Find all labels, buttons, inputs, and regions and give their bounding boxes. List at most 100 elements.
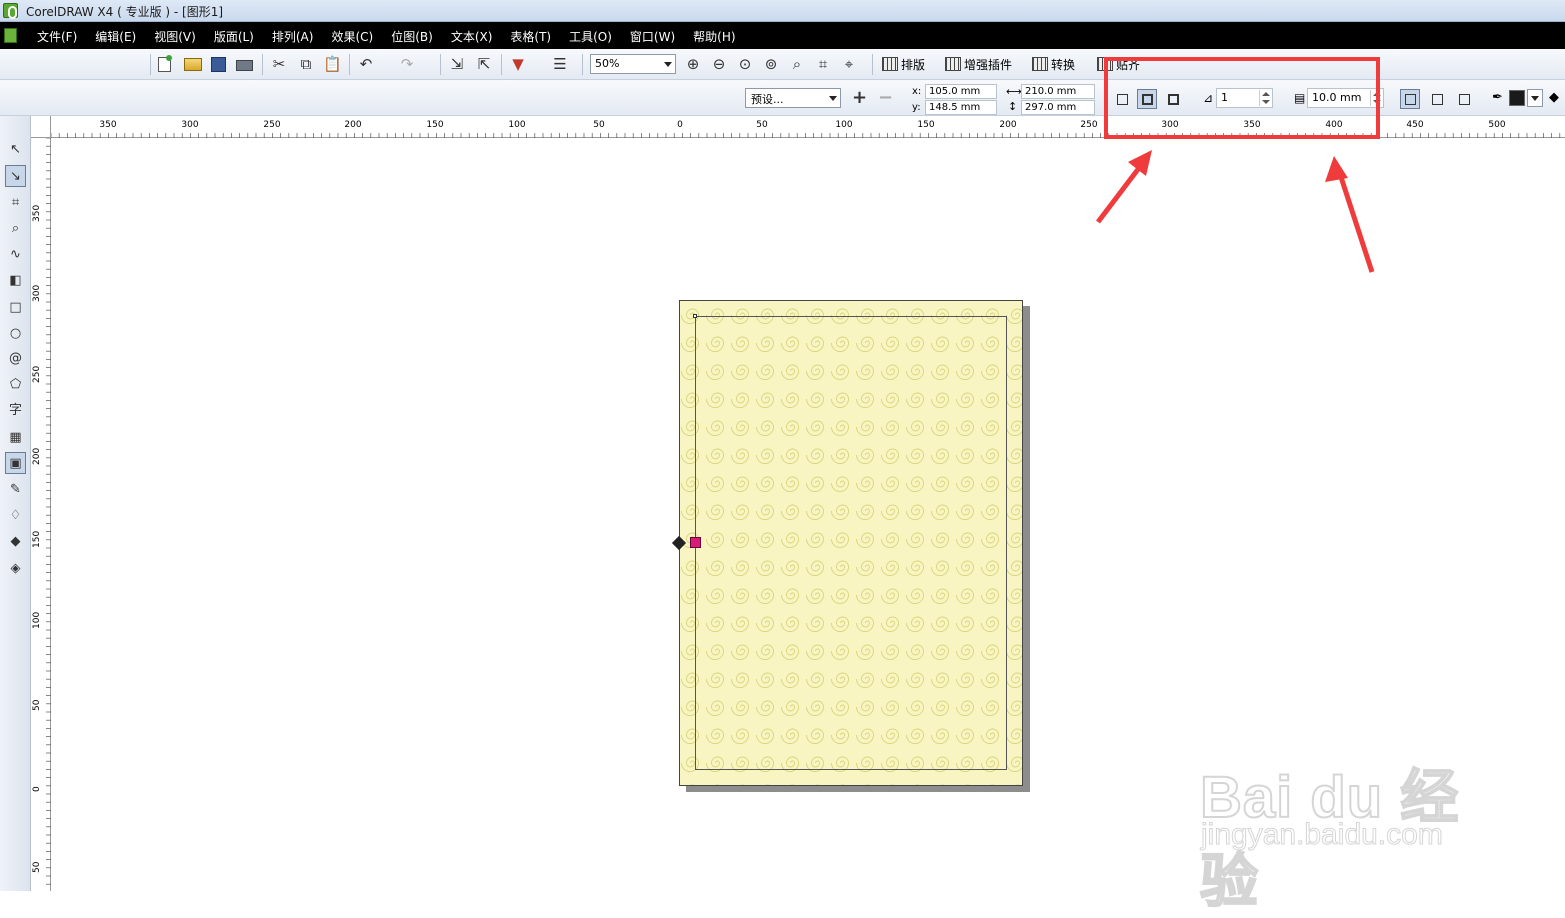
export-icon[interactable]: ⇱ xyxy=(475,55,493,73)
menu-tools[interactable]: 工具(O) xyxy=(560,28,621,45)
outline-color-dropdown[interactable] xyxy=(1527,89,1543,107)
fill-bucket-icon[interactable]: ◆ xyxy=(1549,90,1559,105)
redo-icon[interactable]: ↷ xyxy=(398,55,416,73)
chevron-down-icon xyxy=(829,96,837,101)
contour-end-handle[interactable] xyxy=(690,537,701,548)
smart-fill-tool-icon[interactable]: ◧ xyxy=(5,270,26,292)
menu-text[interactable]: 文本(X) xyxy=(442,28,502,45)
menu-window[interactable]: 窗口(W) xyxy=(621,28,684,45)
zoom-out-icon[interactable]: ⊖ xyxy=(710,55,728,73)
separator xyxy=(150,54,151,75)
cut-icon[interactable]: ✂ xyxy=(270,55,288,73)
menu-effects[interactable]: 效果(C) xyxy=(322,28,382,45)
y-label: y: xyxy=(912,102,921,113)
window-title: CorelDRAW X4 ( 专业版 ) - [图形1] xyxy=(26,5,224,19)
baidu-jingyan-watermark: Bai du 经验 jingyan.baidu.com xyxy=(1195,720,1495,915)
application-launcher-icon[interactable]: ▼ xyxy=(509,55,527,73)
remove-preset-icon[interactable]: − xyxy=(878,88,893,108)
text-tool-icon[interactable]: 字 xyxy=(5,400,26,422)
typesetting-plugin-button[interactable]: 排版 xyxy=(882,55,925,73)
enhance-plugin-button[interactable]: 增强插件 xyxy=(945,55,1012,73)
zoom-all-icon[interactable]: ⊚ xyxy=(762,55,780,73)
add-preset-icon[interactable]: + xyxy=(852,88,867,108)
paste-icon[interactable]: 📋 xyxy=(323,55,342,73)
height-field[interactable]: 297.0 mm xyxy=(1021,100,1095,115)
interactive-fill-tool-icon[interactable]: ◈ xyxy=(5,558,26,580)
x-position-field[interactable]: 105.0 mm xyxy=(925,84,997,99)
separator xyxy=(872,54,873,75)
ellipse-tool-icon[interactable]: ○ xyxy=(5,323,26,345)
zoom-height-icon[interactable]: ⌖ xyxy=(840,55,858,73)
undo-icon[interactable]: ↶ xyxy=(357,55,375,73)
menu-help[interactable]: 帮助(H) xyxy=(684,28,744,45)
preset-value: 预设... xyxy=(751,93,784,106)
plugin-icon xyxy=(945,57,961,71)
vertical-ruler[interactable]: 350 300 250 200 150 100 50 0 50 xyxy=(31,138,51,891)
title-bar: CorelDRAW X4 ( 专业版 ) - [图形1] xyxy=(0,0,1565,22)
chevron-down-icon xyxy=(664,62,672,67)
separator xyxy=(582,54,583,75)
plugin-icon xyxy=(882,57,898,71)
plugin-label: 增强插件 xyxy=(964,57,1013,72)
zoom-width-icon[interactable]: ⌗ xyxy=(814,55,832,73)
counterclockwise-contour-icon[interactable] xyxy=(1454,89,1474,109)
menu-bitmaps[interactable]: 位图(B) xyxy=(382,28,442,45)
width-icon: ⟷ xyxy=(1006,85,1022,98)
spiral-tool-icon[interactable]: @ xyxy=(5,348,26,370)
zoom-in-icon[interactable]: ⊕ xyxy=(684,55,702,73)
shape-tool-icon[interactable]: ↘ xyxy=(5,165,26,187)
menu-table[interactable]: 表格(T) xyxy=(501,28,560,45)
zoom-level-select[interactable]: 50% xyxy=(590,54,676,74)
menu-edit[interactable]: 编辑(E) xyxy=(86,28,145,45)
ruler-origin[interactable] xyxy=(31,116,51,138)
inner-contour-rectangle[interactable] xyxy=(695,316,1007,770)
zoom-level-value: 50% xyxy=(595,57,620,70)
eyedropper-tool-icon[interactable]: ✎ xyxy=(5,479,26,501)
rectangle-tool-icon[interactable]: □ xyxy=(5,297,26,319)
width-field[interactable]: 210.0 mm xyxy=(1021,84,1095,99)
outline-tool-icon[interactable]: ♢ xyxy=(5,505,26,527)
import-icon[interactable]: ⇲ xyxy=(448,55,466,73)
freehand-tool-icon[interactable]: ∿ xyxy=(5,244,26,266)
coreldraw-app-icon xyxy=(3,3,18,19)
separator xyxy=(501,54,502,75)
contour-corner-node[interactable] xyxy=(693,314,697,318)
menu-view[interactable]: 视图(V) xyxy=(145,28,205,45)
welcome-screen-icon[interactable]: ☰ xyxy=(551,55,569,73)
table-tool-icon[interactable]: ▦ xyxy=(5,427,26,449)
zoom-page-icon[interactable]: ⌕ xyxy=(788,55,806,73)
outline-color-swatch[interactable] xyxy=(1509,90,1525,106)
zoom-selected-icon[interactable]: ⊙ xyxy=(736,55,754,73)
preset-select[interactable]: 预设... xyxy=(745,88,841,108)
new-document-icon[interactable] xyxy=(158,55,172,72)
zoom-tool-icon[interactable]: ⌕ xyxy=(5,218,26,240)
open-folder-icon[interactable] xyxy=(184,58,202,71)
y-position-field[interactable]: 148.5 mm xyxy=(925,100,997,115)
watermark-url: jingyan.baidu.com xyxy=(1201,818,1444,852)
menu-layout[interactable]: 版面(L) xyxy=(205,28,263,45)
menu-arrange[interactable]: 排列(A) xyxy=(263,28,323,45)
separator xyxy=(440,54,441,75)
document-icon[interactable] xyxy=(4,28,17,43)
fill-tool-icon[interactable]: ◆ xyxy=(5,531,26,553)
menu-file[interactable]: 文件(F) xyxy=(28,28,86,45)
linear-contour-icon[interactable] xyxy=(1400,89,1420,109)
plugin-label: 排版 xyxy=(901,57,926,72)
convert-plugin-button[interactable]: 转换 xyxy=(1032,55,1075,73)
save-icon[interactable] xyxy=(211,57,226,72)
basic-shapes-tool-icon[interactable]: ⬠ xyxy=(5,374,26,396)
plugin-label: 转换 xyxy=(1051,57,1076,72)
plugin-icon xyxy=(1032,57,1048,71)
separator xyxy=(349,54,350,75)
copy-icon[interactable]: ⧉ xyxy=(297,55,315,73)
menu-bar: 文件(F) 编辑(E) 视图(V) 版面(L) 排列(A) 效果(C) 位图(B… xyxy=(0,22,1565,49)
annotation-arrows xyxy=(1096,150,1375,273)
print-icon[interactable] xyxy=(236,60,253,71)
annotation-highlight-box xyxy=(1104,57,1380,139)
clockwise-contour-icon[interactable] xyxy=(1427,89,1447,109)
crop-tool-icon[interactable]: ⌗ xyxy=(5,192,26,214)
pick-tool-icon[interactable]: ↖ xyxy=(5,139,26,161)
x-label: x: xyxy=(912,86,922,97)
contour-tool-icon[interactable]: ▣ xyxy=(5,452,26,474)
separator xyxy=(262,54,263,75)
